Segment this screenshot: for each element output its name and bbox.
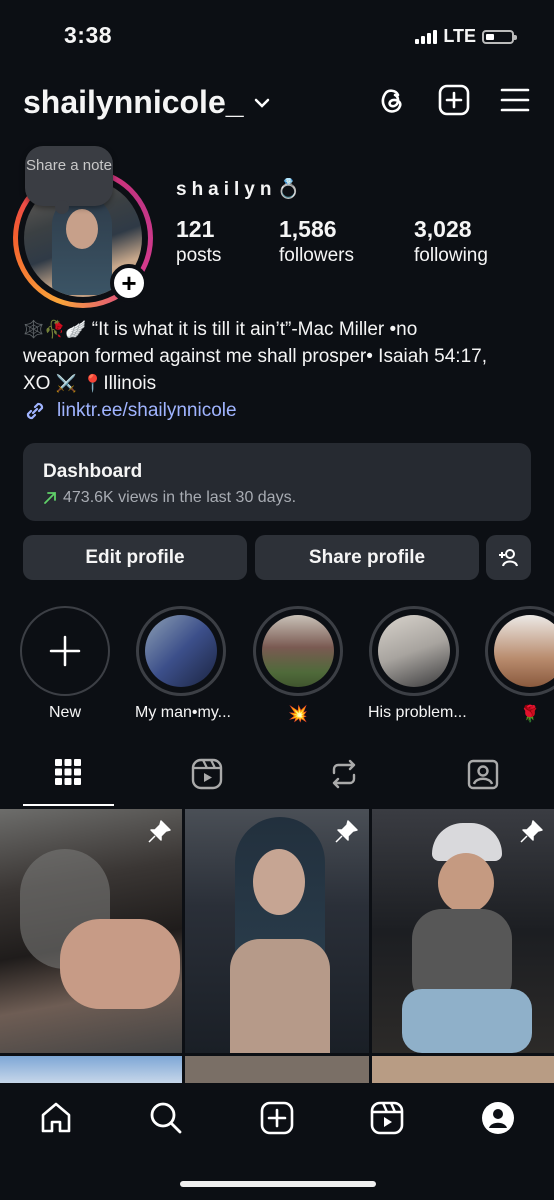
bio-emoji: 🪽 [65, 320, 87, 339]
profile-icon [482, 1102, 514, 1134]
network-type: LTE [443, 26, 476, 46]
reels-icon [370, 1101, 404, 1135]
highlight-label: 🌹 [520, 706, 540, 723]
tab-posts-grid[interactable] [23, 758, 113, 786]
discover-people-button[interactable] [486, 535, 531, 580]
tab-reels[interactable] [162, 758, 252, 790]
search-icon [150, 1102, 182, 1134]
highlight-item[interactable]: My man•my... [135, 606, 231, 722]
tagged-icon [467, 759, 499, 790]
following-stat[interactable]: 3,028 following [414, 216, 488, 267]
grid-icon [55, 759, 81, 785]
bio-line: weapon formed against me shall prosper• … [23, 346, 487, 367]
dashboard-subtitle: 473.6K views in the last 30 days. [63, 489, 297, 506]
highlight-item[interactable]: 💥 [252, 606, 344, 724]
link-text: linktr.ee/shailynnicole [57, 400, 237, 421]
profile-link[interactable]: linktr.ee/shailynnicole [23, 399, 237, 423]
home-indicator [180, 1181, 376, 1187]
bio-emoji: ⚔️ [55, 374, 77, 393]
grid-post[interactable] [185, 809, 369, 1053]
following-count: 3,028 [414, 216, 472, 242]
following-label: following [414, 245, 488, 266]
threads-icon[interactable] [376, 84, 408, 116]
dashboard-card[interactable]: Dashboard 473.6K views in the last 30 da… [23, 443, 531, 521]
nav-create[interactable] [257, 1098, 297, 1138]
nav-home[interactable] [36, 1098, 76, 1138]
highlight-label: New [48, 704, 81, 721]
bio: 🕸️🥀🪽 “It is what it is till it ain’t”-Ma… [23, 316, 533, 397]
edit-profile-button[interactable]: Edit profile [23, 535, 247, 580]
followers-stat[interactable]: 1,586 followers [279, 216, 354, 267]
bio-emoji: 🕸️ [23, 320, 45, 339]
highlight-new[interactable]: New [19, 606, 111, 722]
nav-reels[interactable] [367, 1098, 407, 1138]
pin-icon [520, 820, 543, 843]
chevron-down-icon [254, 98, 269, 108]
highlight-cover [262, 615, 334, 687]
highlight-cover [378, 615, 450, 687]
reposts-icon [332, 759, 356, 789]
share-profile-button[interactable]: Share profile [255, 535, 479, 580]
bio-line: “It is what it is till it ain’t”-Mac Mil… [91, 319, 418, 340]
highlight-label: 💥 [288, 706, 308, 723]
home-icon [41, 1102, 71, 1133]
nav-profile[interactable] [478, 1098, 518, 1138]
reels-icon [191, 758, 223, 790]
grid-post[interactable] [0, 809, 182, 1053]
add-person-icon [498, 548, 518, 566]
status-time: 3:38 [64, 22, 113, 48]
pin-icon [148, 820, 171, 843]
active-tab-indicator [23, 804, 114, 806]
highlight-item[interactable]: 🌹 [484, 606, 554, 724]
highlight-label: My man•my... [135, 704, 231, 721]
tab-reposts[interactable] [299, 758, 389, 790]
plus-icon [49, 635, 81, 667]
nav-search[interactable] [146, 1098, 186, 1138]
status-indicators: LTE [415, 26, 517, 47]
dashboard-title: Dashboard [43, 461, 143, 482]
bio-emoji: 🥀 [44, 320, 66, 339]
followers-label: followers [279, 245, 354, 266]
grid-post[interactable] [372, 809, 554, 1053]
grid-post[interactable] [185, 1056, 369, 1084]
dashboard-subtitle-row: 473.6K views in the last 30 days. [43, 489, 511, 507]
followers-count: 1,586 [279, 216, 337, 242]
grid-post[interactable] [0, 1056, 182, 1084]
posts-label: posts [176, 245, 222, 266]
highlight-label: His problem... [368, 704, 467, 721]
create-icon [260, 1101, 294, 1135]
highlight-cover [494, 615, 554, 687]
highlight-item[interactable]: His problem... [368, 606, 467, 722]
share-note-bubble[interactable]: Share a note [25, 146, 113, 214]
highlight-cover [145, 615, 217, 687]
signal-icon [415, 29, 438, 44]
bio-emoji: 📍 [82, 374, 104, 393]
add-story-button[interactable]: + [110, 264, 148, 302]
tab-tagged[interactable] [438, 758, 528, 790]
header-actions [376, 84, 530, 116]
display-name: shailyn💍 [176, 179, 306, 200]
posts-stat[interactable]: 121 posts [176, 216, 221, 267]
bio-line: XO [23, 373, 51, 394]
trend-up-icon [44, 492, 56, 504]
grid-post[interactable] [372, 1056, 554, 1084]
battery-icon [482, 29, 517, 44]
pin-icon [335, 820, 358, 843]
username-switcher[interactable]: shailynnicole_ [23, 84, 270, 121]
posts-count: 121 [176, 216, 215, 242]
bio-location: Illinois [103, 373, 157, 394]
menu-icon[interactable] [500, 87, 530, 113]
link-icon [26, 402, 44, 420]
new-post-icon[interactable] [438, 84, 470, 116]
username: shailynnicole_ [23, 84, 244, 120]
